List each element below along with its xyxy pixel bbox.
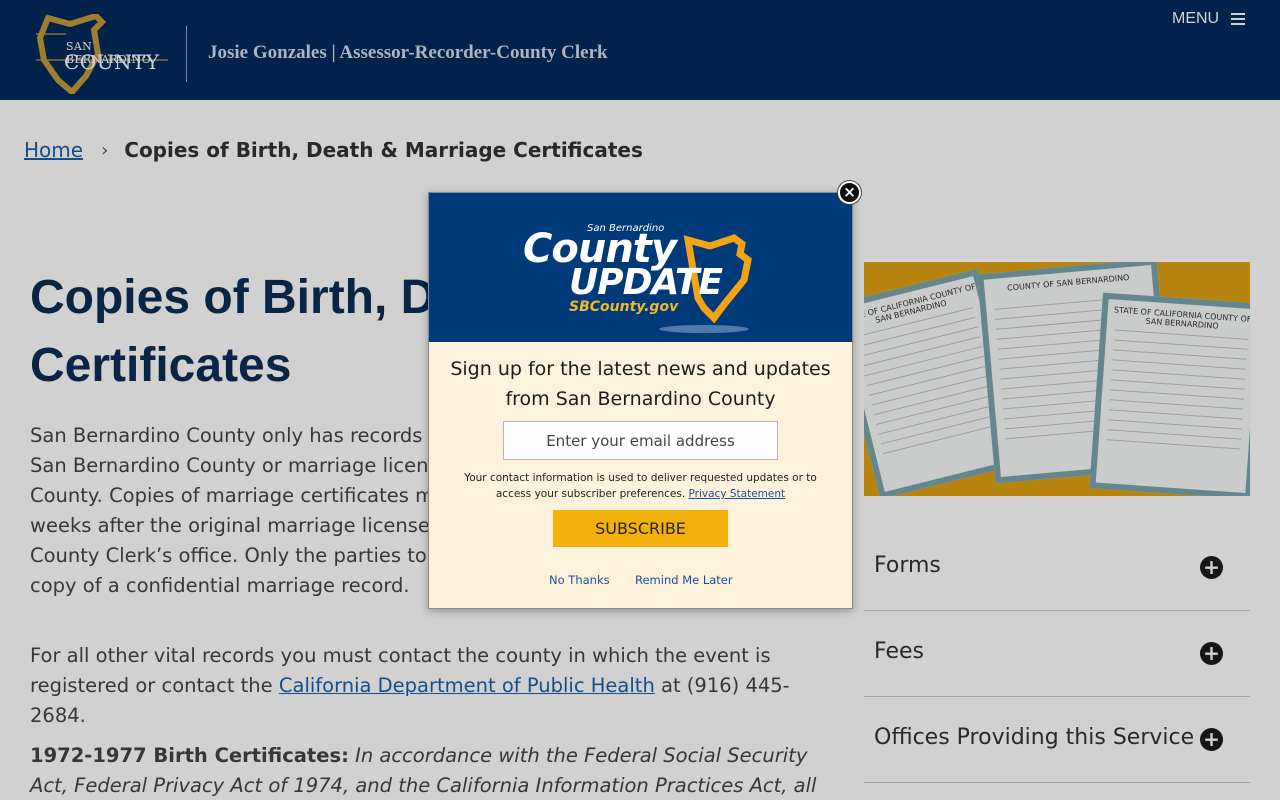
county-update-banner: San Bernardino County UPDATE SBCounty.go… [429,193,852,342]
banner-url-text: SBCounty.gov [569,299,679,315]
remind-later-link[interactable]: Remind Me Later [635,573,733,587]
privacy-statement-link[interactable]: Privacy Statement [689,488,786,500]
email-field[interactable] [503,421,778,460]
banner-shadow [659,325,749,333]
subscribe-modal: San Bernardino County UPDATE SBCounty.go… [428,192,853,609]
privacy-notice: Your contact information is used to deli… [449,470,832,502]
modal-heading: Sign up for the latest news and updates … [450,358,831,410]
subscribe-button[interactable]: SUBSCRIBE [553,510,728,547]
no-thanks-link[interactable]: No Thanks [549,573,610,587]
page: SAN BERNARDINO COUNTY Josie Gonzales | A… [0,0,1280,800]
banner-update-text: UPDATE [569,262,723,303]
close-icon[interactable]: × [838,181,861,204]
